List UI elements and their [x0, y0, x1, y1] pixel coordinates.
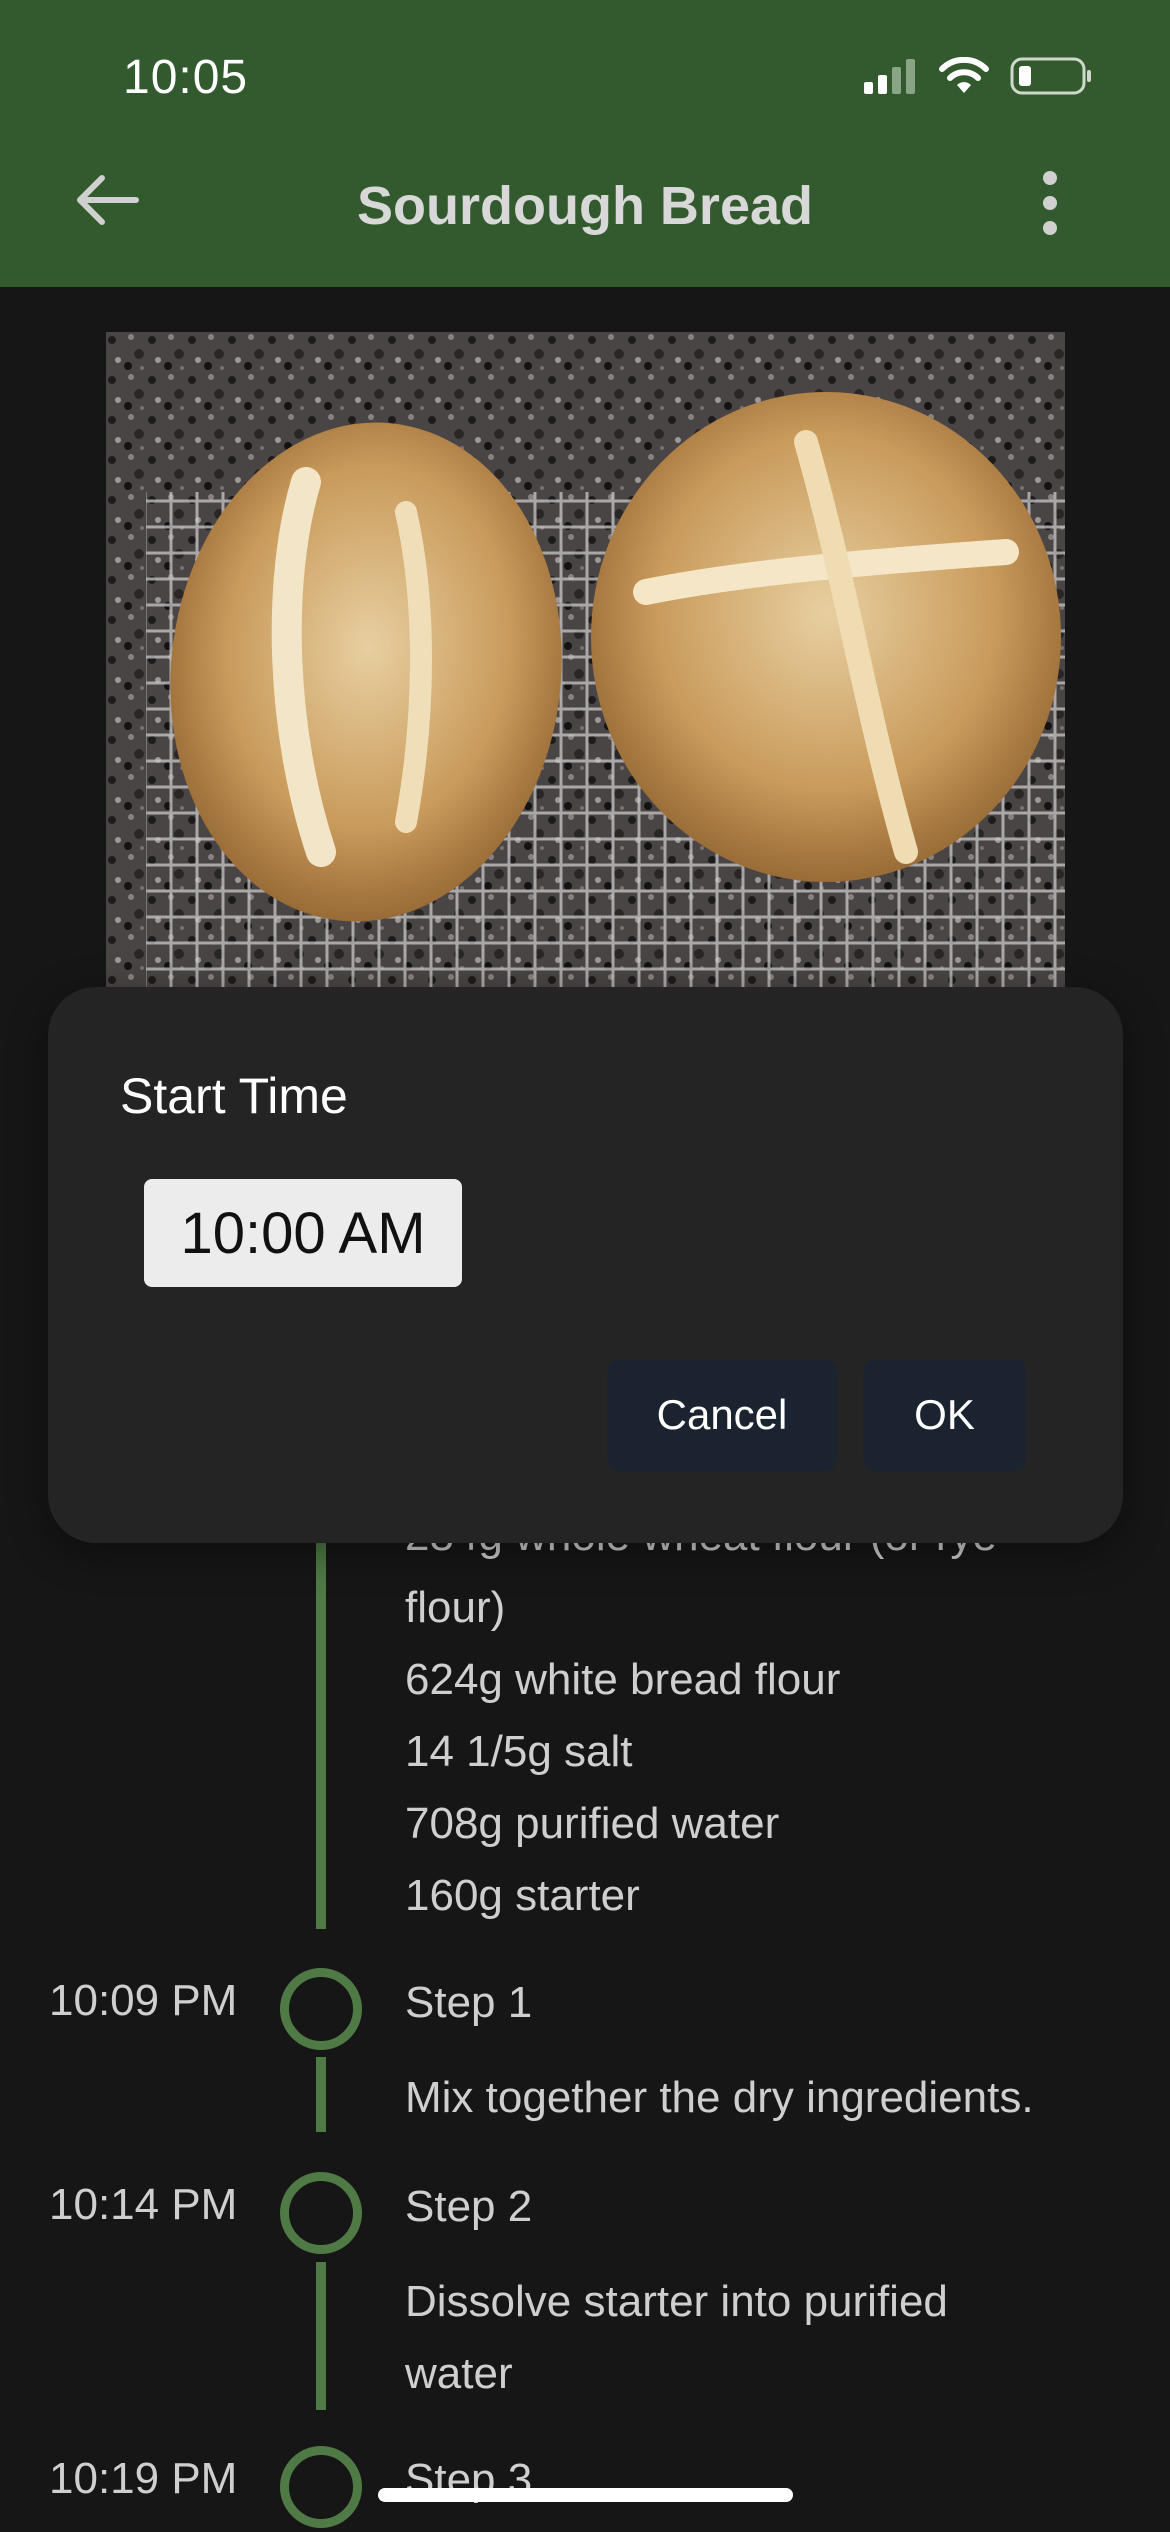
page-title: Sourdough Bread: [357, 176, 813, 236]
ingredient-item: 14 1/5g salt: [405, 1727, 633, 1776]
more-vertical-icon: [1043, 171, 1057, 235]
start-time-dialog: Start Time 10:00 AM Cancel OK: [48, 987, 1123, 1543]
timeline-line-ingredients: [316, 1543, 326, 1929]
ok-button[interactable]: OK: [863, 1359, 1026, 1471]
step-description: Mix together the dry ingredients.: [405, 2073, 1034, 2122]
step-description: water: [405, 2349, 513, 2398]
ingredient-item: 160g starter: [405, 1871, 640, 1920]
step-time: 10:14 PM: [49, 2180, 238, 2229]
ingredient-item: 624g white bread flour: [405, 1655, 841, 1704]
ingredient-item: flour): [405, 1583, 506, 1632]
step-marker[interactable]: [280, 2446, 362, 2528]
timeline-line-step1: [316, 2057, 326, 2132]
dialog-title: Start Time: [120, 1068, 348, 1124]
time-input[interactable]: 10:00 AM: [144, 1179, 462, 1287]
home-indicator[interactable]: [378, 2488, 793, 2502]
status-icons: [862, 56, 1092, 96]
step-title: Step 2: [405, 2182, 533, 2231]
wifi-icon: [939, 57, 989, 93]
more-options-button[interactable]: [1030, 168, 1070, 238]
app-header: 10:05 Sourdough Bread: [0, 0, 1170, 287]
step-title: Step 3: [405, 2455, 533, 2504]
step-title: Step 1: [405, 1978, 533, 2027]
signal-icon: [864, 59, 915, 94]
step-description: Dissolve starter into purified: [405, 2277, 948, 2326]
step-time: 10:19 PM: [49, 2454, 238, 2503]
cancel-button[interactable]: Cancel: [607, 1359, 837, 1471]
battery-icon: [1010, 57, 1091, 95]
step-marker[interactable]: [280, 1968, 362, 2050]
status-time: 10:05: [123, 51, 249, 104]
recipe-photo: [106, 332, 1065, 987]
step-time: 10:09 PM: [49, 1976, 238, 2025]
step-marker[interactable]: [280, 2172, 362, 2254]
timeline-line-step2: [316, 2262, 326, 2410]
ingredient-item: 708g purified water: [405, 1799, 780, 1848]
